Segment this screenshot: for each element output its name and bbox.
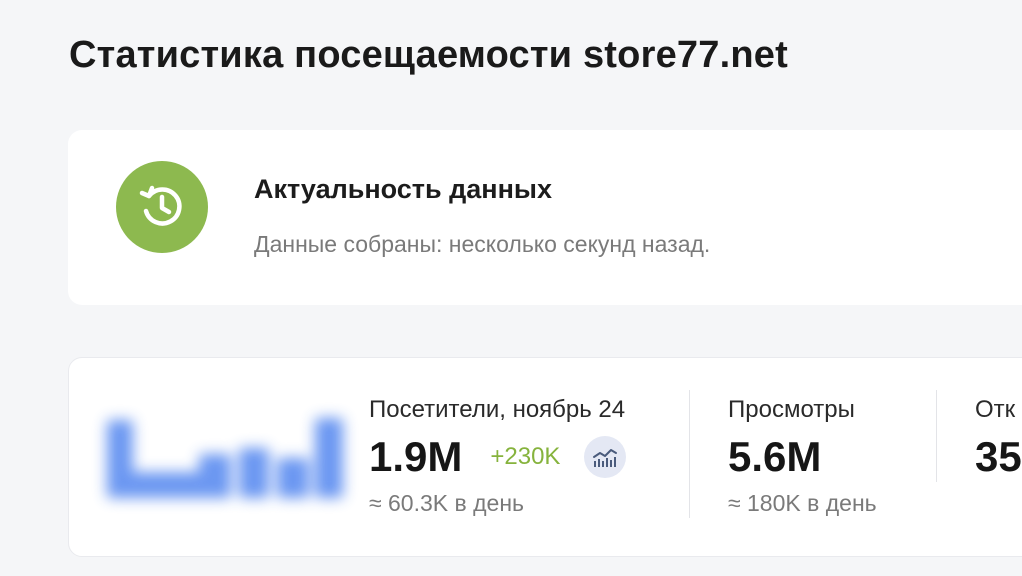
history-clock-icon: [116, 161, 208, 253]
blurred-bar-chart: [99, 408, 349, 498]
freshness-title: Актуальность данных: [254, 174, 552, 204]
metric-label: Просмотры: [728, 396, 855, 423]
blurred-bar: [199, 454, 231, 498]
metric-visitors: Посетители, ноябрь 24 1.9M +230K ≈ 60.3K…: [369, 396, 627, 517]
metric-per-day: ≈ 60.3K в день: [369, 490, 525, 516]
page-title: Статистика посещаемости store77.net: [69, 34, 788, 76]
metric-per-day: ≈ 180K в день: [728, 490, 877, 516]
blurred-bar: [239, 448, 269, 498]
blurred-bar: [315, 418, 343, 498]
metric-label: Отк: [975, 396, 1016, 423]
metric-bounce: Отк 35: [975, 396, 1022, 480]
metric-divider: [689, 390, 690, 518]
metric-pageviews: Просмотры 5.6M ≈ 180K в день: [728, 396, 877, 517]
metric-value: 5.6M: [728, 433, 822, 480]
metric-value: 1.9M: [369, 433, 463, 480]
blurred-bar: [277, 458, 309, 498]
freshness-subtitle: Данные собраны: несколько секунд назад.: [254, 231, 711, 257]
data-freshness-card: Актуальность данных Данные собраны: неск…: [68, 130, 1022, 305]
traffic-stats-card: Посетители, ноябрь 24 1.9M +230K ≈ 60.3K…: [68, 357, 1022, 557]
metric-divider: [936, 390, 937, 482]
metric-delta: +230K: [490, 443, 561, 470]
trend-chart-icon[interactable]: [584, 436, 627, 478]
metric-value: 35: [975, 433, 1022, 480]
metric-label: Посетители, ноябрь 24: [369, 396, 626, 423]
